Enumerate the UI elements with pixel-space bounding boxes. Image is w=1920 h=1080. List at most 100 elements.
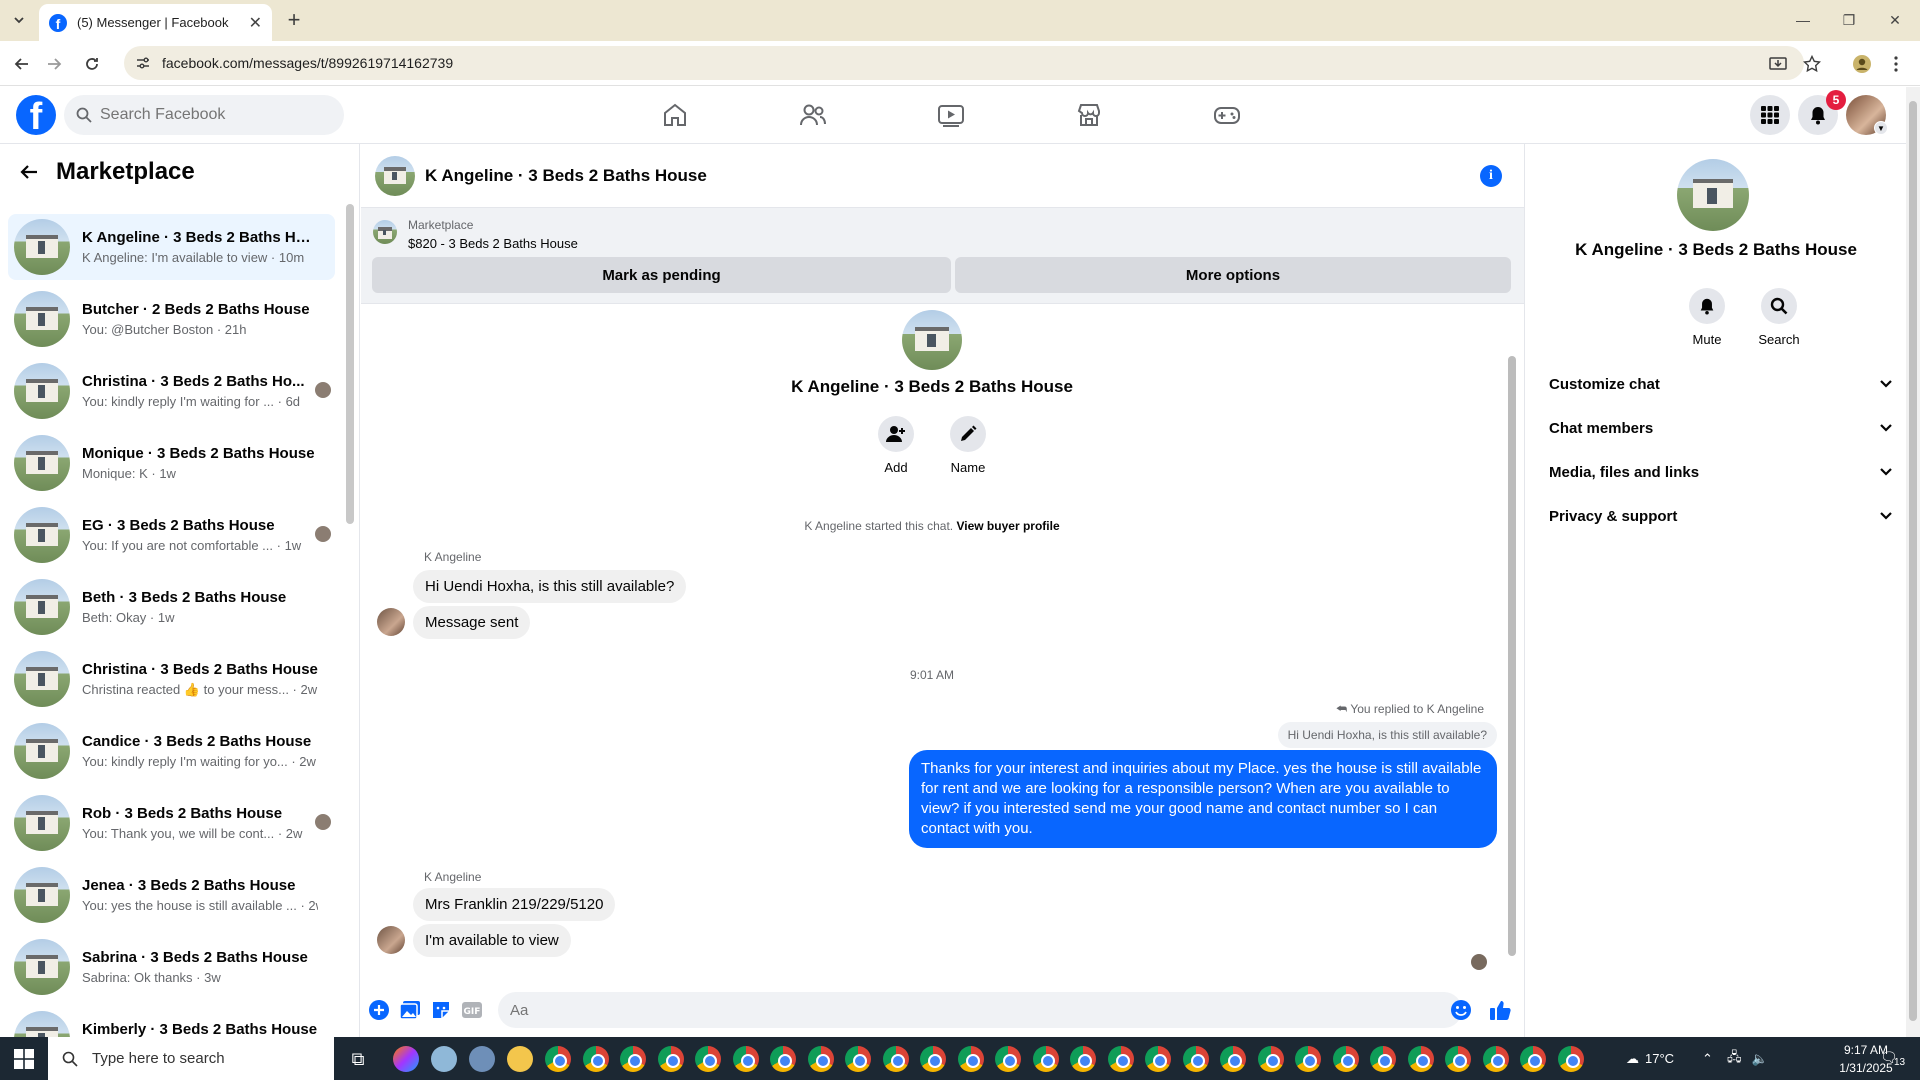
chrome-icon[interactable]: [1182, 1046, 1209, 1072]
chrome-icon[interactable]: [1220, 1046, 1246, 1072]
install-app-icon[interactable]: [1768, 54, 1788, 74]
more-options-button[interactable]: More options: [955, 257, 1511, 293]
chat-title[interactable]: K Angeline · 3 Beds 2 Baths House: [425, 166, 707, 186]
gaming-icon[interactable]: [1211, 99, 1243, 131]
restore-button[interactable]: ❐: [1826, 8, 1872, 32]
facebook-search-box[interactable]: [64, 95, 344, 135]
friends-icon[interactable]: [797, 99, 829, 131]
mute-action[interactable]: Mute: [1677, 288, 1737, 347]
mark-as-pending-button[interactable]: Mark as pending: [372, 257, 951, 293]
sender-avatar[interactable]: [377, 608, 405, 636]
chrome-icon[interactable]: [657, 1046, 684, 1072]
listing-price[interactable]: $820 - 3 Beds 2 Baths House: [408, 236, 578, 251]
plus-circle-icon[interactable]: [367, 998, 391, 1022]
chrome-icon[interactable]: [1407, 1046, 1434, 1072]
file-explorer-icon[interactable]: [507, 1046, 533, 1072]
incoming-message[interactable]: I'm available to view: [413, 924, 571, 957]
conversation-item[interactable]: Butcher · 2 Beds 2 Baths House You: @Butc…: [8, 286, 335, 352]
conversation-item[interactable]: K Angeline · 3 Beds 2 Baths Hou... K Ange…: [8, 214, 335, 280]
media-files-links-section[interactable]: Media, files and links: [1541, 452, 1893, 492]
chat-info-avatar[interactable]: [1677, 159, 1749, 231]
reload-button[interactable]: [78, 50, 106, 78]
privacy-support-section[interactable]: Privacy & support: [1541, 496, 1893, 536]
listing-thumbnail[interactable]: [373, 220, 397, 244]
weather-icon[interactable]: ☁: [1626, 1051, 1639, 1067]
quoted-message[interactable]: Hi Uendi Hoxha, is this still available?: [1277, 722, 1497, 748]
app-icon[interactable]: [469, 1046, 495, 1072]
thumbs-up-icon[interactable]: [1488, 998, 1512, 1022]
task-view-icon[interactable]: ⧉: [345, 1046, 371, 1072]
chat-header-avatar[interactable]: [375, 155, 415, 196]
back-button[interactable]: [8, 50, 36, 78]
incoming-message[interactable]: Hi Uendi Hoxha, is this still available?: [413, 570, 687, 603]
chrome-icon[interactable]: [1257, 1046, 1284, 1072]
minimize-button[interactable]: —: [1780, 8, 1826, 32]
message-input[interactable]: [498, 992, 1462, 1028]
photo-icon[interactable]: [398, 998, 422, 1022]
conversation-item[interactable]: Jenea · 3 Beds 2 Baths House You: yes the…: [8, 862, 335, 928]
conversation-item[interactable]: Kimberly · 3 Beds 2 Baths HouseKimberly:…: [8, 1006, 335, 1037]
sticker-icon[interactable]: [429, 998, 453, 1022]
video-icon[interactable]: [935, 99, 967, 131]
chrome-icon[interactable]: [1557, 1046, 1584, 1072]
incoming-message[interactable]: Mrs Franklin 219/229/5120: [413, 888, 616, 921]
page-scrollbar[interactable]: [1906, 87, 1920, 1037]
tab-search-chevron-icon[interactable]: [8, 9, 30, 31]
chrome-icon[interactable]: [1295, 1046, 1321, 1072]
info-icon[interactable]: i: [1480, 165, 1502, 187]
message-thread-scrollbar[interactable]: [1504, 304, 1520, 984]
bell-icon[interactable]: [1689, 288, 1725, 324]
browser-menu-icon[interactable]: [1886, 54, 1906, 74]
conversation-item[interactable]: Christina · 3 Beds 2 Baths House Christin…: [8, 646, 335, 712]
chrome-icon[interactable]: [1370, 1046, 1396, 1072]
chrome-icon[interactable]: [732, 1046, 759, 1072]
chrome-icon[interactable]: [1032, 1046, 1059, 1072]
chrome-icon[interactable]: [807, 1046, 834, 1072]
windows-start-icon[interactable]: [0, 1037, 48, 1080]
chrome-icon[interactable]: [620, 1046, 646, 1072]
conversation-item[interactable]: Christina · 3 Beds 2 Baths Ho... You: kin…: [8, 358, 335, 424]
address-bar[interactable]: facebook.com/messages/t/8992619714162739: [124, 46, 1804, 80]
emoji-icon[interactable]: [1449, 998, 1473, 1022]
add-people-action[interactable]: Add: [866, 416, 926, 475]
chrome-icon[interactable]: [1520, 1046, 1546, 1072]
volume-icon[interactable]: 🔈: [1751, 1051, 1767, 1067]
bookmark-star-icon[interactable]: [1802, 54, 1822, 74]
chrome-icon[interactable]: [545, 1046, 571, 1072]
view-buyer-profile-link[interactable]: View buyer profile: [956, 519, 1059, 533]
taskbar-search-box[interactable]: Type here to search: [48, 1037, 334, 1080]
browser-tab[interactable]: f (5) Messenger | Facebook ✕: [39, 4, 272, 41]
chrome-icon[interactable]: [957, 1046, 984, 1072]
tray-chevron-up-icon[interactable]: ⌃: [1702, 1051, 1713, 1067]
chrome-icon[interactable]: [882, 1046, 909, 1072]
account-chevron-down-icon[interactable]: ▼: [1874, 121, 1888, 135]
add-person-icon[interactable]: [878, 416, 914, 452]
home-icon[interactable]: [659, 99, 691, 131]
chrome-icon[interactable]: [920, 1046, 946, 1072]
conversation-item[interactable]: EG · 3 Beds 2 Baths House You: If you are…: [8, 502, 335, 568]
menu-grid-button[interactable]: [1750, 95, 1790, 135]
app-icon[interactable]: [431, 1046, 457, 1072]
facebook-search-input[interactable]: [100, 106, 300, 124]
customize-chat-section[interactable]: Customize chat: [1541, 364, 1893, 404]
new-tab-button[interactable]: +: [280, 6, 308, 34]
chrome-icon[interactable]: [1070, 1046, 1096, 1072]
gif-icon[interactable]: GIF: [460, 998, 484, 1022]
chrome-icon[interactable]: [1145, 1046, 1171, 1072]
name-chat-action[interactable]: Name: [938, 416, 998, 475]
profile-icon[interactable]: [1852, 54, 1872, 74]
chrome-icon[interactable]: [995, 1046, 1021, 1072]
search-icon[interactable]: [1761, 288, 1797, 324]
chrome-icon[interactable]: [1107, 1046, 1134, 1072]
chrome-icon[interactable]: [695, 1046, 721, 1072]
facebook-logo-icon[interactable]: f: [16, 95, 56, 135]
conversation-list-scrollbar[interactable]: [345, 192, 355, 1032]
chrome-icon[interactable]: [1482, 1046, 1509, 1072]
chrome-icon[interactable]: [1332, 1046, 1359, 1072]
pencil-icon[interactable]: [950, 416, 986, 452]
back-arrow-icon[interactable]: [20, 164, 38, 180]
chrome-icon[interactable]: [845, 1046, 871, 1072]
network-icon[interactable]: 🖧: [1727, 1048, 1742, 1070]
chrome-icon[interactable]: [770, 1046, 796, 1072]
close-window-button[interactable]: ✕: [1872, 8, 1918, 32]
